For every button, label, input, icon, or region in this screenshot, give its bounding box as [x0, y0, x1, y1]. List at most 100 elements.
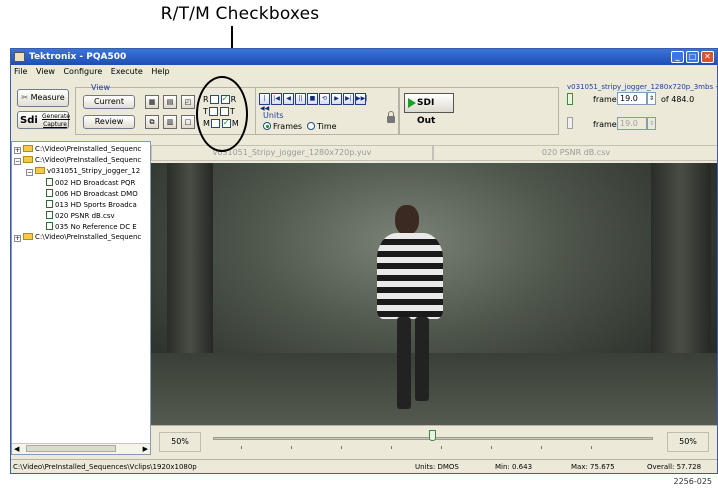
- tree-item[interactable]: − v031051_Stripy_jogger_12: [26, 167, 140, 176]
- layout-single-icon[interactable]: □: [181, 115, 195, 129]
- app-icon: [14, 52, 25, 62]
- right-video-header: 020 PSNR dB.csv: [433, 145, 717, 161]
- units-time-option[interactable]: Time: [307, 122, 337, 131]
- timeline-thumb[interactable]: [429, 430, 436, 441]
- units-frames-option[interactable]: Frames: [263, 122, 302, 131]
- menu-bar: File View Configure Execute Help: [11, 65, 717, 78]
- minimize-button[interactable]: _: [671, 51, 684, 63]
- tick: [341, 446, 342, 449]
- runner-left-leg: [397, 317, 411, 409]
- status-units: Units: DMOS: [415, 463, 459, 471]
- file-tree: + C:\Video\PreInstalled_Sequenc − C:\Video…: [11, 141, 151, 455]
- rewind-icon[interactable]: ◀: [283, 93, 294, 105]
- callout-label: R/T/M Checkboxes: [160, 4, 320, 24]
- tree-item[interactable]: + C:\Video\PreInstalled_Sequenc: [14, 233, 141, 242]
- runner-head: [395, 205, 419, 235]
- pause-icon[interactable]: ||: [295, 93, 306, 105]
- tick: [591, 446, 592, 449]
- frame2-slider-thumb-icon[interactable]: [567, 117, 573, 129]
- file-icon: [46, 178, 53, 186]
- scroll-right-icon[interactable]: ▶: [143, 445, 148, 453]
- tree-item[interactable]: 020 PSNR dB.csv: [46, 211, 115, 220]
- play-icon[interactable]: ▶: [331, 93, 342, 105]
- menu-execute[interactable]: Execute: [111, 67, 143, 76]
- right-zoom-box[interactable]: 50%: [667, 432, 709, 452]
- left-video-header: v031051_Stripy_jogger_1280x720p.yuv: [151, 145, 433, 161]
- frame-slider-thumb-icon[interactable]: [567, 93, 573, 105]
- frames-radio[interactable]: [263, 122, 271, 130]
- layout-quad-icon[interactable]: ▤: [163, 95, 177, 109]
- loop-icon[interactable]: ⟲: [319, 93, 330, 105]
- runner-shirt: [377, 233, 443, 319]
- file-icon: [46, 200, 53, 208]
- frame-spinner[interactable]: ⇕: [647, 92, 656, 105]
- units-label: Units: [263, 111, 284, 120]
- frame2-spinner[interactable]: ⇕: [647, 117, 656, 130]
- runner-right-leg: [415, 317, 429, 401]
- title-bar[interactable]: Tektronix - PQA500 _ □ ✕: [11, 49, 717, 65]
- tick: [491, 446, 492, 449]
- menu-configure[interactable]: Configure: [63, 67, 102, 76]
- sdi-logo-icon: Sdi: [20, 115, 38, 126]
- video-frame: [151, 163, 717, 425]
- menu-view[interactable]: View: [36, 67, 55, 76]
- status-bar: C:\Video\PreInstalled_Sequences\Vclips\1…: [11, 459, 717, 473]
- sdi-out-button[interactable]: SDI Out: [404, 93, 454, 126]
- step-forward-icon[interactable]: ▶|: [343, 93, 354, 105]
- layout-pip-icon[interactable]: ◰: [181, 95, 195, 109]
- tree-item[interactable]: 035 No Reference DC E: [46, 222, 137, 231]
- folder-icon: [23, 156, 33, 163]
- scroll-thumb[interactable]: [26, 445, 116, 452]
- tree-item[interactable]: 006 HD Broadcast DMO: [46, 189, 138, 198]
- tick: [291, 446, 292, 449]
- tick: [441, 446, 442, 449]
- layout-split-icon[interactable]: ▥: [163, 115, 177, 129]
- maximize-button[interactable]: □: [686, 51, 699, 63]
- frame2-label: frame: [593, 120, 617, 129]
- tick: [391, 446, 392, 449]
- folder-icon: [35, 167, 45, 174]
- tree-horizontal-scrollbar[interactable]: ◀ ▶: [12, 443, 150, 454]
- file-icon: [46, 189, 53, 197]
- tree-item[interactable]: − C:\Video\PreInstalled_Sequenc: [14, 156, 141, 165]
- stop-icon[interactable]: ■: [307, 93, 318, 105]
- figure-id: 2256-025: [673, 477, 712, 486]
- measure-button[interactable]: ✂ Measure: [17, 89, 69, 107]
- app-window: Tektronix - PQA500 _ □ ✕ File View Confi…: [10, 48, 718, 474]
- sdi-play-icon: [408, 98, 416, 108]
- frame-input[interactable]: 19.0: [617, 92, 647, 105]
- review-button[interactable]: Review: [83, 115, 135, 129]
- tick: [241, 446, 242, 449]
- layout-diff-icon[interactable]: ⧉: [145, 115, 159, 129]
- current-button[interactable]: Current: [83, 95, 135, 109]
- step-back-icon[interactable]: |◀: [271, 93, 282, 105]
- skip-end-icon[interactable]: ▶▶|: [355, 93, 367, 105]
- tree-item[interactable]: 002 HD Broadcast PQR: [46, 178, 135, 187]
- tree-item[interactable]: + C:\Video\PreInstalled_Sequenc: [14, 145, 141, 154]
- frame2-input[interactable]: 19.0: [617, 117, 647, 130]
- lock-icon: [387, 111, 395, 123]
- timeline-panel: 50% 50%: [151, 425, 717, 457]
- layout-grid-icon[interactable]: ▦: [145, 95, 159, 109]
- status-overall: Overall: 57.728: [647, 463, 702, 471]
- transport-controls: |◀◀ |◀ ◀ || ■ ⟲ ▶ ▶| ▶▶|: [259, 93, 367, 112]
- menu-file[interactable]: File: [14, 67, 27, 76]
- menu-help[interactable]: Help: [151, 67, 169, 76]
- frame-total: of 484.0: [661, 95, 695, 104]
- scroll-left-icon[interactable]: ◀: [14, 445, 19, 453]
- measure-icon: ✂: [21, 93, 31, 102]
- status-path: C:\Video\PreInstalled_Sequences\Vclips\1…: [13, 463, 197, 471]
- skip-start-icon[interactable]: |◀◀: [259, 93, 270, 112]
- status-max: Max: 75.675: [571, 463, 615, 471]
- frame-label: frame: [593, 95, 617, 104]
- callout-circle: [196, 76, 248, 152]
- view-group-label: View: [91, 83, 110, 92]
- generate-capture-button[interactable]: Sdi Generate Capture: [17, 111, 70, 129]
- close-button[interactable]: ✕: [701, 51, 714, 63]
- folder-icon: [23, 145, 33, 152]
- time-radio[interactable]: [307, 122, 315, 130]
- status-min: Min: 0.643: [495, 463, 533, 471]
- tree-item[interactable]: 013 HD Sports Broadca: [46, 200, 137, 209]
- left-zoom-box[interactable]: 50%: [159, 432, 201, 452]
- window-title: Tektronix - PQA500: [29, 52, 127, 62]
